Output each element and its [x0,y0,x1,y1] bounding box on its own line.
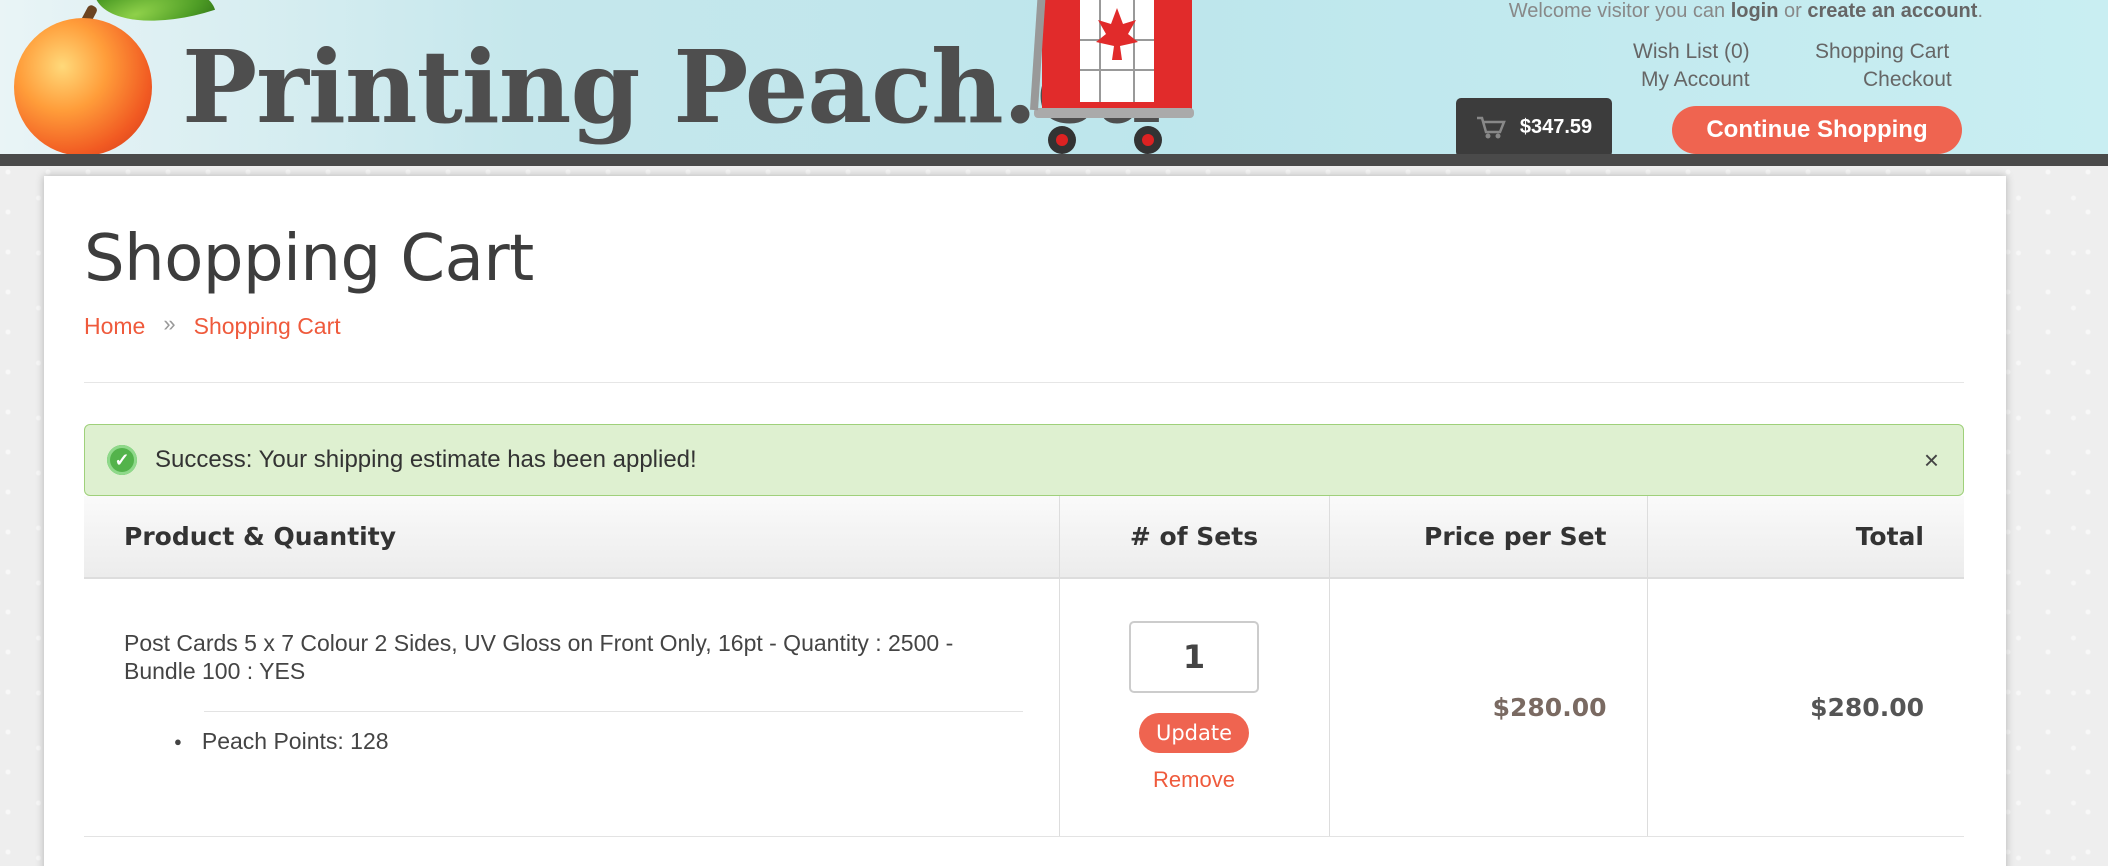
welcome-message: Welcome visitor you can login or create … [1509,0,1983,23]
remove-link[interactable]: Remove [1060,767,1329,793]
divider [84,382,1964,383]
create-account-link[interactable]: create an account [1807,0,1977,22]
site-header: Printing Peach.ca Welcome visitor you ca… [0,0,2108,166]
header-sets: # of Sets [1058,496,1329,579]
breadcrumb: Home » Shopping Cart [84,310,341,340]
price-per-set: $280.00 [1492,692,1607,722]
wishlist-link[interactable]: Wish List (0) [1633,40,1750,64]
shopping-cart-link[interactable]: Shopping Cart [1815,40,1949,64]
line-total: $280.00 [1810,692,1924,722]
continue-shopping-button[interactable]: Continue Shopping [1672,106,1962,154]
page-title: Shopping Cart [84,222,534,296]
checkout-link[interactable]: Checkout [1863,68,1952,92]
product-option: Peach Points: 128 [174,728,1059,755]
welcome-suffix: . [1977,0,1983,22]
header-total: Total [1646,496,1964,579]
cart-icon [1476,116,1506,138]
cart-total: $347.59 [1519,116,1593,138]
price-cell: $280.00 [1328,578,1647,837]
welcome-or: or [1778,0,1808,22]
canada-cart-icon [1030,0,1194,154]
table-header-row: Product & Quantity # of Sets Price per S… [84,496,1964,579]
success-alert: ✓ Success: Your shipping estimate has be… [84,424,1964,496]
product-cell: Post Cards 5 x 7 Colour 2 Sides, UV Glos… [84,578,1059,837]
login-link[interactable]: login [1731,0,1779,22]
my-account-link[interactable]: My Account [1641,68,1750,92]
table-row: Post Cards 5 x 7 Colour 2 Sides, UV Glos… [84,578,1964,837]
header-product-quantity: Product & Quantity [84,496,1059,579]
breadcrumb-home[interactable]: Home [84,313,145,340]
sets-cell: Update Remove [1058,578,1329,837]
close-icon[interactable]: × [1924,445,1939,476]
peach-logo-icon[interactable] [14,18,152,156]
mini-cart-button[interactable]: $347.59 [1456,98,1612,157]
alert-message: Success: Your shipping estimate has been… [155,446,697,473]
breadcrumb-shopping-cart[interactable]: Shopping Cart [194,313,341,340]
product-options: Peach Points: 128 [124,728,1059,755]
site-logo[interactable]: Printing Peach.ca [182,28,1161,146]
cart-table: Product & Quantity # of Sets Price per S… [84,496,1964,837]
welcome-prefix: Welcome visitor you can [1508,0,1731,22]
update-button[interactable]: Update [1139,713,1249,754]
product-name[interactable]: Post Cards 5 x 7 Colour 2 Sides, UV Glos… [124,629,1059,685]
quantity-input[interactable] [1129,621,1259,694]
check-circle-icon: ✓ [107,445,137,475]
header-price-per-set: Price per Set [1328,496,1647,579]
product-divider [204,711,1023,713]
total-cell: $280.00 [1646,578,1964,837]
breadcrumb-separator: » [163,310,176,336]
